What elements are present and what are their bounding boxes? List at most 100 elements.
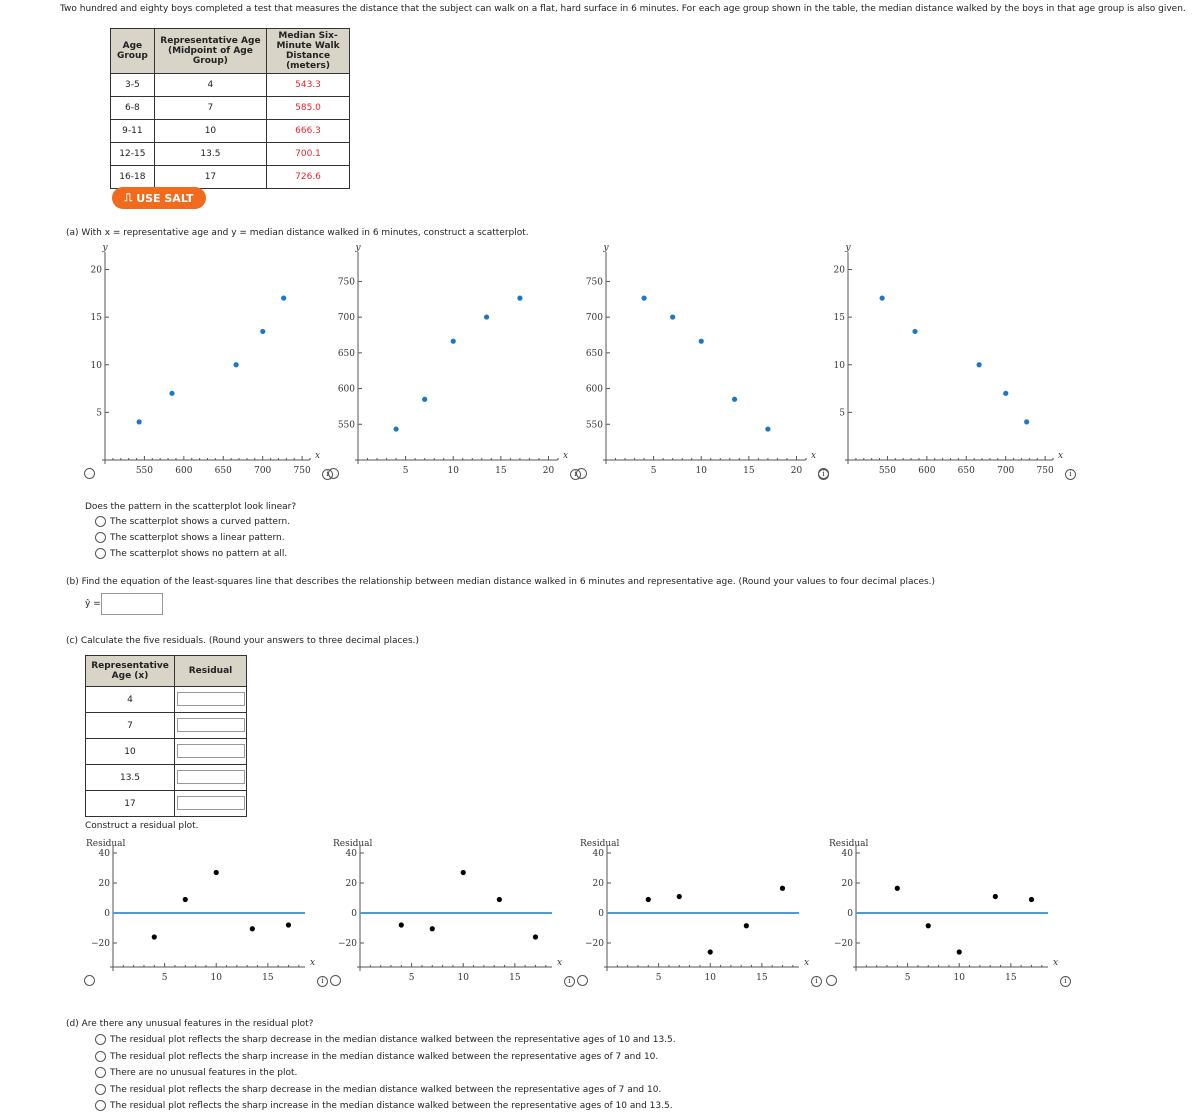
x-tick-label: 600 (918, 466, 935, 476)
residual-input[interactable] (176, 692, 245, 707)
age-cell: 13.5 (85, 764, 175, 791)
table-cell: 10 (153, 119, 268, 143)
scatterplot: 5 10 15 20550600650700750xy (338, 243, 568, 476)
residual-cell (174, 764, 247, 791)
residual-row: 10 (85, 738, 247, 765)
x-tick-label: 10 (457, 973, 469, 983)
radio-button[interactable] (95, 532, 106, 543)
plot-choice-radio[interactable] (330, 975, 341, 986)
y-tick-label: 20 (834, 266, 846, 276)
y-tick-label: 550 (586, 420, 603, 430)
residual-cell (174, 686, 247, 713)
x-tick-label: 700 (254, 466, 271, 476)
residual-plot: 5 10 15 −20 0 20 40 x Residual (829, 839, 1058, 983)
radio-option[interactable]: The scatterplot shows a linear pattern. (95, 532, 285, 543)
radio-button[interactable] (95, 548, 106, 559)
x-tick-label: 600 (175, 466, 192, 476)
y-tick-label: 40 (842, 849, 854, 859)
y-tick-label: −20 (91, 939, 110, 949)
use-salt-button[interactable]: ⎍ USE SALT (112, 187, 206, 209)
data-point (925, 923, 931, 929)
scatterplot: 550 600 650 700 750 5 10 15 20 x y (834, 243, 1064, 476)
radio-button[interactable] (95, 516, 106, 527)
data-point (894, 885, 900, 891)
part-b-text: (b) Find the equation of the least-squar… (66, 577, 936, 587)
x-tick-label: 5 (162, 973, 168, 983)
y-axis-label: Residual (86, 839, 126, 849)
x-tick-label: 15 (1005, 973, 1017, 983)
x-tick-label: 20 (791, 466, 803, 476)
y-tick-label: −20 (338, 939, 357, 949)
radio-button[interactable] (95, 1050, 106, 1062)
data-point (879, 295, 885, 301)
y-tick-label: 700 (586, 313, 603, 323)
data-point (213, 869, 219, 876)
yhat-input[interactable] (101, 593, 163, 615)
residual-input[interactable] (176, 796, 245, 811)
data-point (281, 295, 287, 301)
y-tick-label: 650 (586, 349, 603, 359)
data-point (136, 419, 142, 425)
radio-button[interactable] (95, 1083, 106, 1095)
y-tick-label: −20 (585, 939, 604, 949)
part-c-text: (c) Calculate the five residuals. (Round… (66, 636, 420, 646)
radio-option[interactable]: The residual plot reflects the sharp inc… (95, 1050, 658, 1062)
y-tick-label: 20 (99, 879, 111, 889)
y-tick-label: 600 (338, 385, 355, 395)
table-cell: 585.0 (266, 96, 350, 120)
info-icon[interactable]: i (1060, 976, 1071, 987)
radio-option[interactable]: The residual plot reflects the sharp dec… (95, 1034, 676, 1045)
part-d-text: (d) Are there any unusual features in th… (66, 1019, 314, 1029)
info-icon[interactable]: i (1065, 469, 1076, 480)
radio-button[interactable] (95, 1034, 106, 1045)
residual-row: 17 (85, 790, 247, 817)
plot-choice-radio[interactable] (826, 975, 837, 986)
data-point (645, 896, 651, 903)
residual-cell (174, 790, 247, 817)
radio-option[interactable]: The residual plot reflects the sharp inc… (95, 1100, 673, 1111)
y-tick-label: 15 (91, 313, 103, 323)
scatterplot: 5 10 15 20550600650700750xy (586, 243, 816, 476)
y-tick-label: 20 (346, 879, 358, 889)
linear-question: Does the pattern in the scatterplot look… (85, 502, 297, 512)
data-point (1024, 419, 1030, 425)
data-point (182, 896, 188, 903)
plot-choice-radio[interactable] (84, 468, 95, 479)
radio-option[interactable]: The scatterplot shows no pattern at all. (95, 548, 287, 559)
plot-choice-radio[interactable] (818, 468, 829, 479)
data-point (1003, 390, 1009, 396)
data-point (249, 926, 255, 932)
y-axis-label: y (602, 243, 609, 253)
plot-choice-radio[interactable] (328, 468, 339, 479)
radio-button[interactable] (95, 1100, 106, 1111)
table-cell: 13.5 (153, 142, 268, 166)
y-tick-label: 600 (586, 385, 603, 395)
residual-row: 13.5 (85, 764, 247, 791)
residual-input[interactable] (176, 718, 245, 733)
residual-input[interactable] (176, 770, 245, 785)
x-tick-label: 550 (879, 466, 896, 476)
radio-button[interactable] (95, 1067, 106, 1078)
plot-choice-radio[interactable] (576, 468, 587, 479)
data-point (731, 396, 738, 402)
radio-option[interactable]: The scatterplot shows a curved pattern. (95, 516, 290, 527)
plot-choice-radio[interactable] (84, 975, 95, 986)
table-cell: 666.3 (266, 119, 350, 143)
y-axis-label: y (844, 243, 851, 253)
yhat-label: ŷ = (85, 599, 101, 609)
x-axis-label: x (315, 451, 320, 461)
data-point (912, 328, 918, 335)
data-point (169, 390, 175, 396)
radio-option[interactable]: There are no unusual features in the plo… (95, 1067, 297, 1078)
table-cell: 6-8 (110, 96, 155, 120)
data-point (670, 314, 676, 320)
data-point (233, 362, 239, 368)
plot-choice-radio[interactable] (577, 975, 588, 986)
header-rep-age: Representative Age (x) (85, 655, 175, 687)
x-tick-label: 15 (756, 973, 768, 983)
residual-input[interactable] (176, 744, 245, 759)
radio-option[interactable]: The residual plot reflects the sharp dec… (95, 1083, 661, 1095)
x-tick-label: 15 (743, 466, 755, 476)
data-point (429, 926, 435, 932)
y-tick-label: 20 (593, 879, 605, 889)
